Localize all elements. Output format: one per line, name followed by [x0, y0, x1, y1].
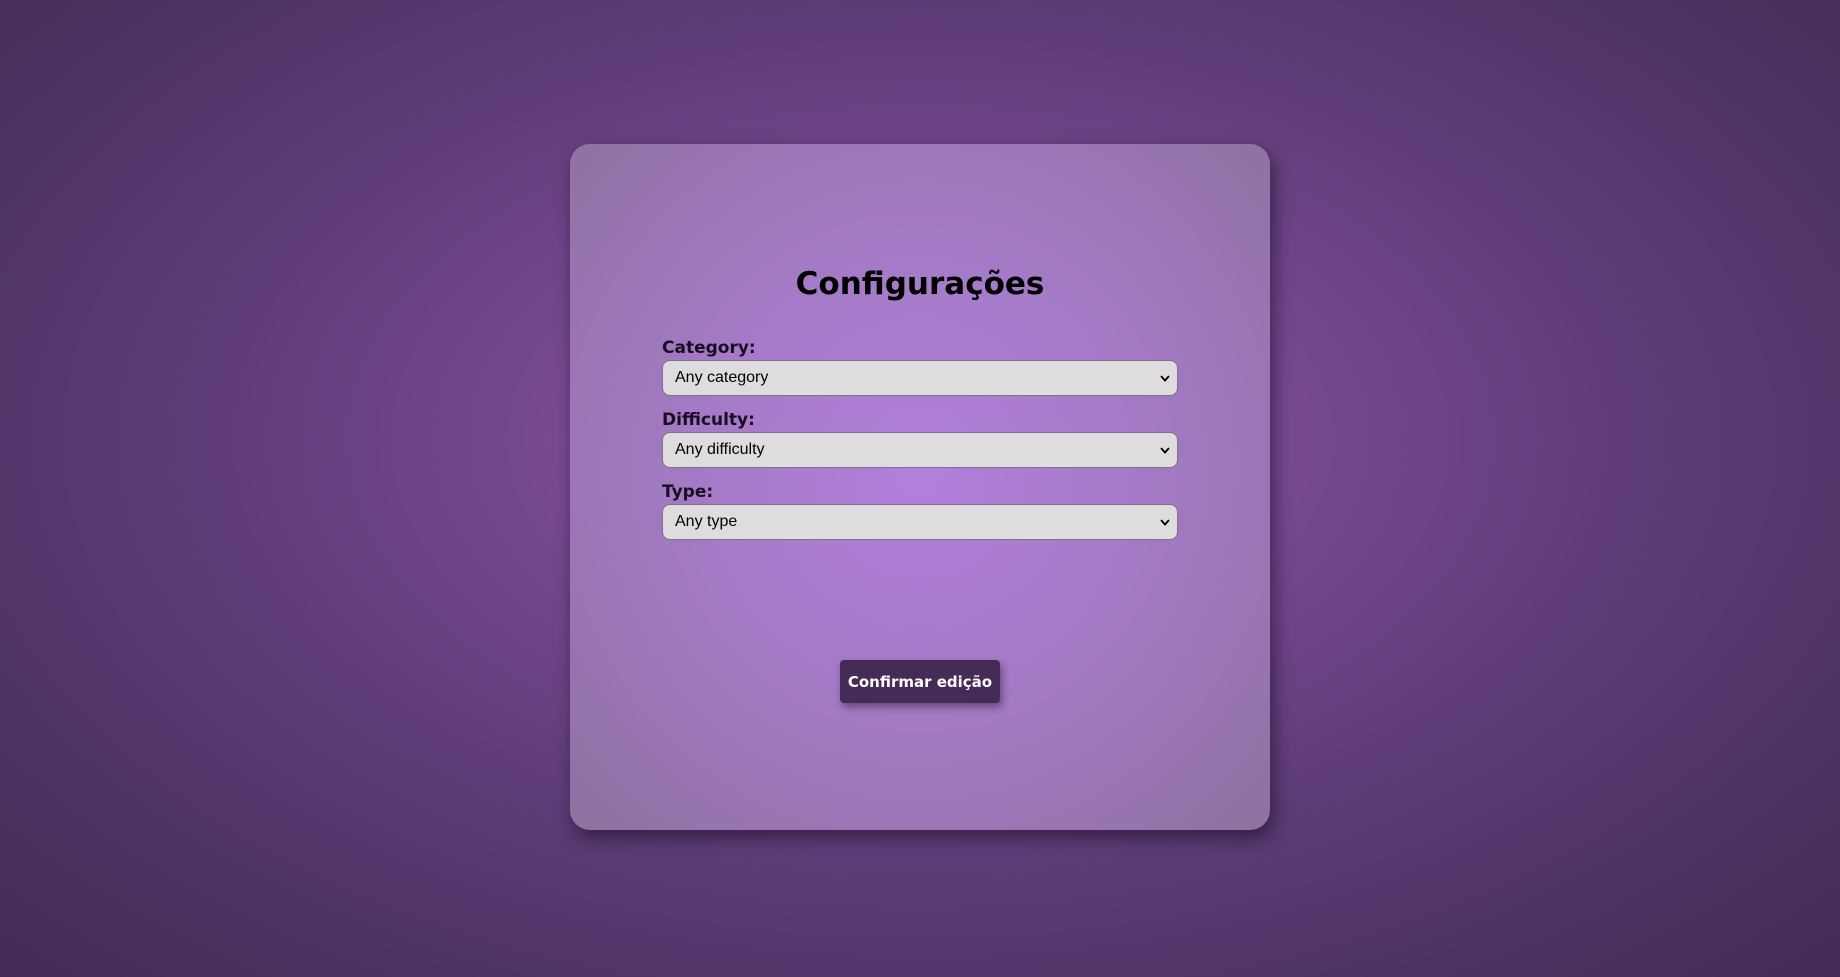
- settings-card: Configurações Category: Any category Dif…: [570, 144, 1270, 830]
- type-select[interactable]: Any type: [662, 504, 1178, 540]
- difficulty-label: Difficulty:: [662, 410, 755, 430]
- chevron-down-icon: [1159, 433, 1171, 467]
- category-select[interactable]: Any category: [662, 360, 1178, 396]
- difficulty-field: Difficulty: Any difficulty: [662, 410, 1178, 468]
- page-title: Configurações: [795, 266, 1045, 302]
- type-select-value: Any type: [675, 513, 738, 530]
- difficulty-select-value: Any difficulty: [675, 441, 765, 458]
- type-label: Type:: [662, 482, 714, 502]
- chevron-down-icon: [1159, 505, 1171, 539]
- category-field: Category: Any category: [662, 338, 1178, 396]
- category-label: Category:: [662, 338, 756, 358]
- confirm-edit-button[interactable]: Confirmar edição: [840, 660, 1000, 703]
- category-select-value: Any category: [675, 369, 769, 386]
- type-field: Type: Any type: [662, 482, 1178, 540]
- chevron-down-icon: [1159, 361, 1171, 395]
- difficulty-select[interactable]: Any difficulty: [662, 432, 1178, 468]
